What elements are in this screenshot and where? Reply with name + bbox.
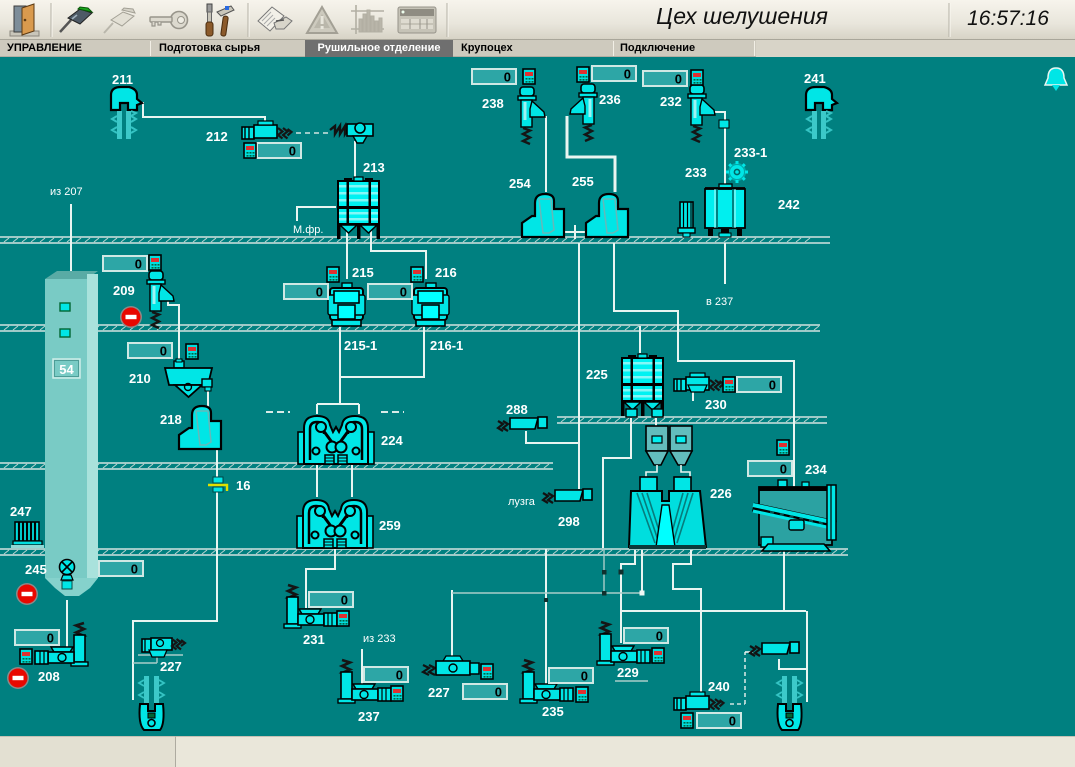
svg-text:238: 238 [482,96,504,111]
svg-text:247: 247 [10,504,32,519]
svg-text:227: 227 [428,685,450,700]
svg-text:236: 236 [599,92,621,107]
svg-text:229: 229 [617,665,639,680]
svg-text:215: 215 [352,265,374,280]
svg-text:216: 216 [435,265,457,280]
svg-text:241: 241 [804,71,826,86]
svg-text:225: 225 [586,367,608,382]
svg-text:из 207: из 207 [50,186,83,198]
svg-text:255: 255 [572,174,594,189]
svg-text:254: 254 [509,176,531,191]
svg-text:54: 54 [59,362,74,377]
svg-text:298: 298 [558,514,580,529]
svg-text:211: 211 [112,72,133,87]
svg-text:233-1: 233-1 [734,145,767,160]
svg-text:212: 212 [206,129,228,144]
svg-text:233: 233 [685,165,707,180]
svg-text:235: 235 [542,704,564,719]
svg-text:227: 227 [160,659,182,674]
svg-text:242: 242 [778,197,800,212]
svg-text:216-1: 216-1 [430,338,463,353]
svg-text:215-1: 215-1 [344,338,377,353]
svg-text:226: 226 [710,486,732,501]
svg-text:в 237: в 237 [706,296,733,308]
svg-text:209: 209 [113,283,135,298]
svg-text:237: 237 [358,709,380,724]
svg-text:245: 245 [25,562,47,577]
svg-text:232: 232 [660,94,682,109]
svg-text:218: 218 [160,412,182,427]
svg-text:288: 288 [506,402,528,417]
svg-text:лузга: лузга [508,496,536,508]
svg-text:224: 224 [381,433,403,448]
svg-text:М.фр.: М.фр. [293,224,323,236]
svg-text:210: 210 [129,371,151,386]
svg-text:240: 240 [708,679,730,694]
svg-text:213: 213 [363,160,385,175]
svg-text:16: 16 [236,478,250,493]
svg-text:230: 230 [705,397,727,412]
svg-text:из 233: из 233 [363,633,396,645]
svg-text:259: 259 [379,518,401,533]
svg-text:231: 231 [303,632,325,647]
svg-text:234: 234 [805,462,827,477]
svg-text:208: 208 [38,669,60,684]
